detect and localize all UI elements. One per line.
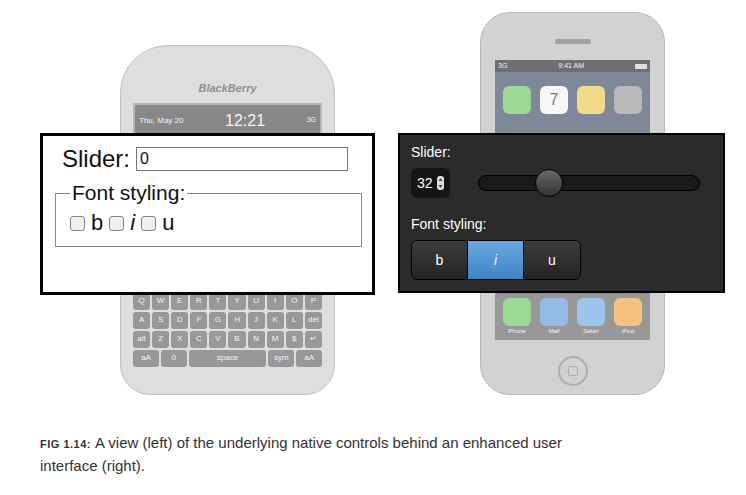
key[interactable]: M: [267, 331, 284, 348]
slider-label: Slider:: [62, 144, 130, 174]
key[interactable]: B: [228, 331, 245, 348]
brand-logo: BlackBerry: [198, 80, 256, 97]
status-bar: Thu, May 20 12:21 3G: [135, 105, 320, 133]
slider-track[interactable]: [478, 175, 700, 191]
key[interactable]: D: [171, 312, 188, 329]
app-icon: [503, 298, 531, 326]
key[interactable]: I: [267, 293, 284, 310]
clock: 9:41 AM: [558, 61, 584, 72]
fieldset-legend: Font styling:: [411, 214, 712, 234]
checkbox-option[interactable]: u: [141, 210, 174, 236]
checkbox-option[interactable]: i: [109, 210, 135, 236]
app-icon[interactable]: 7: [540, 86, 568, 114]
dock: Phone Mail Safari iPod: [495, 294, 650, 340]
key[interactable]: J: [248, 312, 265, 329]
key[interactable]: alt: [133, 331, 150, 348]
keyboard-row: ASDFGHJKLdel: [133, 312, 322, 329]
segmented-control: biu: [411, 240, 581, 280]
native-controls-panel: Slider:0 Font styling: biu: [40, 133, 375, 295]
home-button[interactable]: [558, 356, 588, 386]
slider-label: Slider:: [411, 142, 712, 162]
key[interactable]: F: [190, 312, 207, 329]
key[interactable]: L: [286, 312, 303, 329]
dock-item[interactable]: Mail: [540, 298, 568, 336]
checkbox[interactable]: [70, 216, 85, 231]
key[interactable]: Q: [133, 293, 150, 310]
network: 3G: [307, 115, 316, 126]
app-icon: [540, 298, 568, 326]
slider-row: Slider:0: [55, 144, 360, 174]
dock-item[interactable]: iPod: [614, 298, 642, 336]
key[interactable]: R: [190, 293, 207, 310]
key[interactable]: aA: [133, 350, 159, 367]
checkbox-option[interactable]: b: [70, 210, 103, 236]
key[interactable]: K: [267, 312, 284, 329]
key[interactable]: O: [286, 293, 303, 310]
key[interactable]: E: [171, 293, 188, 310]
key[interactable]: 0: [161, 350, 187, 367]
key[interactable]: ↵: [305, 331, 322, 348]
slider-row: 32: [411, 168, 712, 198]
slider-input[interactable]: 0: [136, 147, 348, 171]
checkbox-row: biu: [70, 210, 347, 236]
key[interactable]: Y: [228, 293, 245, 310]
segment-button[interactable]: b: [412, 241, 468, 279]
key[interactable]: U: [248, 293, 265, 310]
status-bar: 3G 9:41 AM: [495, 60, 650, 72]
figure-caption: FIG 1.14:A view (left) of the underlying…: [0, 432, 620, 477]
app-icon[interactable]: [614, 86, 642, 114]
checkbox[interactable]: [141, 216, 156, 231]
keyboard-row: QWERTYUIOP: [133, 293, 322, 310]
figure-page: BlackBerryThu, May 2012:213GQWERTYUIOPAS…: [0, 0, 746, 495]
keyboard-row: aA0spacesymaA: [133, 350, 322, 367]
key[interactable]: C: [190, 331, 207, 348]
segment-button[interactable]: u: [524, 241, 580, 279]
key[interactable]: aA: [296, 350, 322, 367]
checkbox[interactable]: [109, 216, 124, 231]
font-styling-fieldset: Font styling: biu: [55, 180, 362, 247]
key[interactable]: H: [228, 312, 245, 329]
fieldset-legend: Font styling:: [70, 180, 187, 206]
key[interactable]: S: [152, 312, 169, 329]
keyboard: QWERTYUIOPASDFGHJKLdelaltZXCVBNM$↵aA0spa…: [133, 293, 322, 367]
key[interactable]: W: [152, 293, 169, 310]
caption-label: FIG 1.14:: [40, 438, 91, 450]
speaker: [555, 39, 591, 44]
app-grid: 7: [495, 86, 650, 114]
segment-button[interactable]: i: [468, 241, 524, 279]
slider-handle[interactable]: [535, 169, 563, 197]
slider-value-field[interactable]: 32: [411, 168, 450, 198]
key[interactable]: space: [189, 350, 267, 367]
enhanced-controls-panel: Slider: 32 Font styling: biu: [398, 133, 725, 293]
dock-item[interactable]: Phone: [503, 298, 531, 336]
app-icon: [577, 298, 605, 326]
key[interactable]: V: [209, 331, 226, 348]
key[interactable]: A: [133, 312, 150, 329]
figure-illustration: BlackBerryThu, May 2012:213GQWERTYUIOPAS…: [0, 0, 746, 432]
key[interactable]: $: [286, 331, 303, 348]
key[interactable]: X: [171, 331, 188, 348]
key[interactable]: sym: [268, 350, 294, 367]
key[interactable]: del: [305, 312, 322, 329]
key[interactable]: G: [209, 312, 226, 329]
network: 3G: [498, 61, 507, 72]
dock-item[interactable]: Safari: [577, 298, 605, 336]
date: Thu, May 20: [139, 115, 183, 127]
app-icon[interactable]: [503, 86, 531, 114]
app-icon: [614, 298, 642, 326]
clock: 12:21: [225, 109, 265, 133]
key[interactable]: N: [248, 331, 265, 348]
key[interactable]: P: [305, 293, 322, 310]
spinner-icon[interactable]: [437, 176, 444, 190]
key[interactable]: Z: [152, 331, 169, 348]
app-icon[interactable]: [577, 86, 605, 114]
keyboard-row: altZXCVBNM$↵: [133, 331, 322, 348]
key[interactable]: T: [209, 293, 226, 310]
battery-icon: [635, 64, 647, 69]
